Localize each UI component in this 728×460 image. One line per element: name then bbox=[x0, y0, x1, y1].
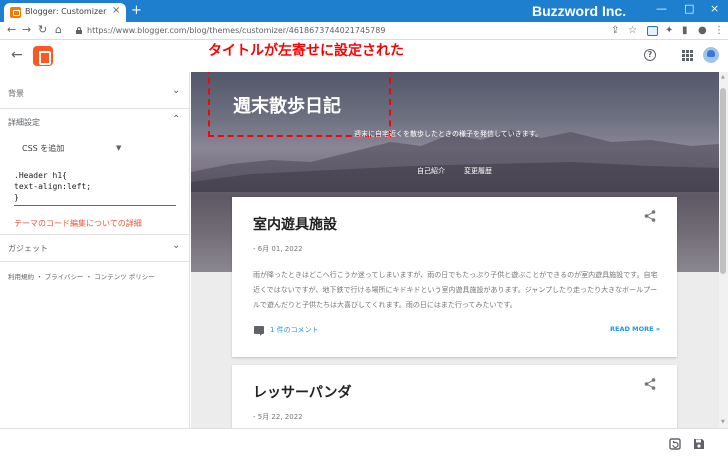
share-icon[interactable] bbox=[643, 209, 657, 223]
tab-close-icon[interactable]: × bbox=[112, 5, 120, 16]
customizer-sidebar: 背景 ⌄ 詳細設定 ⌃ CSS を追加 ▼ .Header h1{ text-a… bbox=[0, 72, 190, 428]
brand-watermark: Buzzword Inc. bbox=[532, 3, 627, 19]
arrow-left-icon[interactable]: ← bbox=[11, 47, 23, 63]
annotation-label: タイトルが左寄せに設定された bbox=[208, 43, 404, 59]
reload-icon[interactable]: ↻ bbox=[38, 23, 47, 36]
maximize-button[interactable]: □ bbox=[684, 2, 694, 15]
sidebar-panel-icon[interactable]: ▮ bbox=[682, 25, 688, 36]
blogger-logo-icon[interactable] bbox=[33, 46, 53, 66]
scrollbar-thumb[interactable] bbox=[720, 88, 726, 274]
help-icon[interactable]: ? bbox=[644, 49, 656, 61]
dropdown-arrow-icon[interactable]: ▼ bbox=[116, 144, 121, 152]
comment-icon[interactable] bbox=[254, 326, 264, 336]
code-help-link[interactable]: テーマのコード編集についての詳細 bbox=[14, 218, 142, 229]
revert-icon[interactable] bbox=[669, 438, 681, 450]
comment-link[interactable]: 1 件のコメント bbox=[270, 325, 319, 335]
section-label: 詳細設定 bbox=[8, 118, 40, 127]
browser-titlebar: Blogger: Customizer × + Buzzword Inc. — … bbox=[0, 0, 728, 22]
scroll-up-icon[interactable]: ▲ bbox=[721, 74, 725, 80]
read-more-link[interactable]: READ MORE » bbox=[610, 325, 660, 333]
blog-preview: 週末散歩日記 週末に自宅近くを散歩したときの様子を発信していきます。 自己紹介 … bbox=[191, 72, 719, 428]
avatar[interactable] bbox=[703, 47, 719, 63]
blog-description: 週末に自宅近くを散歩したときの様子を発信していきます。 bbox=[354, 130, 543, 138]
code-line: text-align:left; bbox=[14, 182, 92, 191]
code-line: } bbox=[14, 193, 19, 202]
save-icon[interactable] bbox=[693, 438, 705, 450]
more-menu-icon[interactable]: ⋮ bbox=[714, 25, 724, 36]
post-card: レッサーパンダ - 5月 22, 2022 bbox=[232, 365, 677, 428]
chevron-down-icon: ⌄ bbox=[172, 240, 181, 251]
browser-tab[interactable]: Blogger: Customizer × bbox=[4, 3, 126, 22]
bookmark-star-icon[interactable]: ☆ bbox=[628, 25, 637, 36]
share-icon[interactable] bbox=[643, 377, 657, 391]
lock-icon bbox=[76, 27, 82, 34]
blogger-favicon-icon bbox=[10, 7, 21, 18]
address-bar[interactable]: https://www.blogger.com/blog/themes/cust… bbox=[87, 26, 385, 35]
chevron-down-icon: ⌄ bbox=[172, 85, 181, 96]
post-title[interactable]: レッサーパンダ bbox=[253, 382, 352, 402]
section-label: 背景 bbox=[8, 89, 24, 98]
page-link-about[interactable]: 自己紹介 bbox=[417, 166, 445, 176]
new-tab-button[interactable]: + bbox=[131, 3, 142, 18]
scroll-down-icon[interactable]: ▼ bbox=[721, 419, 725, 425]
code-line: .Header h1{ bbox=[14, 171, 67, 180]
forward-icon[interactable]: → bbox=[22, 23, 31, 36]
page-link-history[interactable]: 変更履歴 bbox=[464, 166, 492, 176]
divider bbox=[0, 261, 189, 262]
extension-icon[interactable] bbox=[647, 26, 658, 36]
section-gadgets[interactable]: ガジェット ⌄ bbox=[0, 235, 189, 261]
section-background[interactable]: 背景 ⌄ bbox=[0, 80, 189, 106]
back-icon[interactable]: ← bbox=[7, 23, 16, 36]
home-icon[interactable]: ⌂ bbox=[55, 23, 62, 36]
post-body: 雨が降ったときはどこへ行こうか迷ってしまいますが、雨の日でもたっぷり子供と遊ぶこ… bbox=[253, 271, 658, 309]
post-date: - 5月 22, 2022 bbox=[253, 413, 303, 421]
bottom-action-bar bbox=[0, 428, 728, 460]
css-add-select[interactable]: CSS を追加 bbox=[22, 143, 64, 154]
apps-grid-icon[interactable] bbox=[682, 50, 693, 61]
post-date: - 6月 01, 2022 bbox=[253, 245, 303, 253]
section-label: ガジェット bbox=[8, 244, 48, 253]
section-advanced[interactable]: 詳細設定 ⌃ bbox=[0, 109, 189, 135]
footer-links[interactable]: 利用規約 ・ プライバシー ・ コンテンツ ポリシー bbox=[8, 271, 155, 281]
close-window-button[interactable]: × bbox=[710, 2, 719, 15]
puzzle-icon[interactable]: ✦ bbox=[665, 25, 673, 36]
share-page-icon[interactable]: ⇪ bbox=[611, 25, 619, 36]
chevron-up-icon: ⌃ bbox=[172, 114, 181, 125]
minimize-button[interactable]: — bbox=[656, 2, 667, 15]
blog-title[interactable]: 週末散歩日記 bbox=[233, 92, 341, 118]
tab-title: Blogger: Customizer bbox=[25, 7, 107, 16]
browser-toolbar: ← → ↻ ⌂ https://www.blogger.com/blog/the… bbox=[0, 22, 728, 40]
post-title[interactable]: 室内遊具施設 bbox=[253, 214, 337, 234]
profile-icon[interactable]: ● bbox=[698, 25, 707, 36]
post-card: 室内遊具施設 - 6月 01, 2022 雨が降ったときはどこへ行こうか迷ってし… bbox=[232, 197, 677, 357]
css-code-editor[interactable]: .Header h1{ text-align:left; } bbox=[14, 170, 176, 206]
